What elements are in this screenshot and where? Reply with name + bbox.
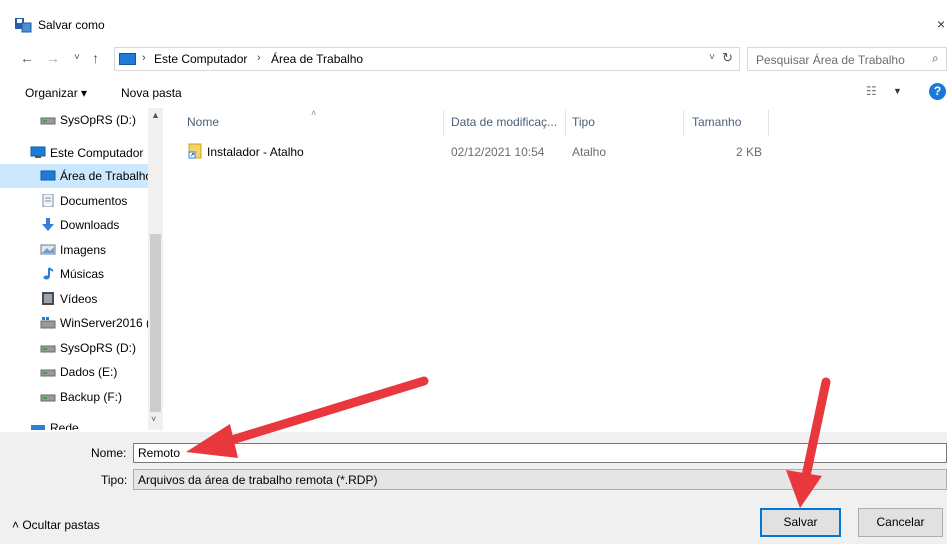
cancel-button[interactable]: Cancelar: [858, 508, 943, 537]
drive-icon: [40, 369, 56, 377]
computer-icon: [119, 53, 136, 65]
nav-item-documentos[interactable]: Documentos: [0, 189, 148, 213]
organize-button[interactable]: Organizar ▾: [25, 86, 87, 100]
nav-item-label: Dados (E:): [60, 365, 118, 379]
breadcrumb-separator[interactable]: ›: [142, 52, 146, 64]
search-input[interactable]: Pesquisar Área de Trabalho: [756, 53, 905, 67]
recent-locations-icon[interactable]: ˅: [74, 52, 80, 63]
nav-item-rede[interactable]: Rede: [0, 416, 148, 430]
file-name-input[interactable]: [133, 443, 947, 463]
sort-ascending-icon: ˄: [311, 108, 317, 118]
back-icon[interactable]: ←: [20, 50, 34, 66]
hide-folders-toggle[interactable]: ˄ Ocultar pastas: [12, 518, 100, 532]
column-header-data[interactable]: Data de modificaç...: [451, 115, 557, 129]
name-label: Nome:: [91, 446, 127, 460]
scrollbar-thumb[interactable]: [150, 234, 161, 412]
nav-item-label: Backup (F:): [60, 390, 123, 404]
forward-icon[interactable]: →: [46, 50, 60, 66]
nav-item-label: Documentos: [60, 194, 128, 208]
network-icon: [31, 425, 45, 430]
drive-icon: [40, 345, 56, 353]
file-name-cell[interactable]: Instalador - Atalho: [207, 145, 304, 159]
documents-icon: [42, 194, 54, 207]
search-box[interactable]: Pesquisar Área de Trabalho ⌕: [747, 47, 947, 71]
nav-item-label: Músicas: [60, 267, 105, 281]
nav-item-label: SysOpRS (D:): [60, 113, 137, 127]
search-icon[interactable]: ⌕: [932, 51, 939, 66]
nav-item-label: Este Computador: [50, 146, 144, 160]
downloads-icon: [42, 218, 54, 231]
file-type-value: Arquivos da área de trabalho remota (*.R…: [138, 473, 378, 487]
column-divider[interactable]: [443, 110, 444, 136]
file-date-cell: 02/12/2021 10:54: [451, 145, 545, 159]
computer-icon: [30, 146, 46, 158]
file-list-header: ˄ Nome Data de modificaç... Tipo Tamanho: [163, 108, 947, 138]
nav-item-label: Vídeos: [60, 292, 98, 306]
file-type-cell: Atalho: [572, 145, 607, 159]
pictures-icon: [40, 244, 56, 255]
nav-item-sysoprs-d[interactable]: SysOpRS (D:): [0, 336, 148, 360]
column-header-tamanho[interactable]: Tamanho: [692, 115, 741, 129]
shortcut-file-icon: [188, 143, 202, 159]
type-label: Tipo:: [101, 473, 128, 487]
nav-item-este-computador[interactable]: Este Computador: [0, 141, 148, 165]
address-row: ← → ˅ ↑ › Este Computador › Área de Trab…: [0, 46, 947, 74]
address-bar[interactable]: › Este Computador › Área de Trabalho ˅ ↻: [114, 47, 740, 71]
help-icon[interactable]: ?: [929, 83, 946, 100]
navigation-scrollbar[interactable]: ▲ ˅: [148, 108, 163, 430]
desktop-icon: [40, 170, 56, 181]
nav-item-label: Área de Trabalho: [60, 169, 153, 183]
save-form: Nome: Tipo: Arquivos da área de trabalho…: [0, 432, 947, 544]
file-size-cell: 2 KB: [736, 145, 763, 159]
column-header-nome[interactable]: Nome: [187, 115, 219, 129]
address-dropdown-icon[interactable]: ˅: [709, 52, 715, 63]
close-icon[interactable]: ×: [937, 16, 945, 32]
file-type-select[interactable]: Arquivos da área de trabalho remota (*.R…: [133, 469, 947, 490]
nav-item-musicas[interactable]: Músicas: [0, 262, 148, 286]
command-bar: Organizar ▾ Nova pasta ☷ ▼ ?: [0, 80, 947, 106]
music-icon: [43, 267, 54, 280]
nav-item-winserver2016[interactable]: WinServer2016 (C:): [0, 311, 163, 335]
nav-item-label: Rede: [50, 421, 79, 430]
videos-icon: [42, 292, 54, 305]
nav-item-area-de-trabalho[interactable]: Área de Trabalho: [0, 164, 152, 188]
column-divider[interactable]: [768, 110, 769, 136]
breadcrumb-este-computador[interactable]: Este Computador: [154, 52, 247, 66]
nav-item-downloads[interactable]: Downloads: [0, 213, 148, 237]
drive-icon: [40, 394, 56, 402]
nav-item-dados-e[interactable]: Dados (E:): [0, 360, 148, 384]
refresh-icon[interactable]: ↻: [722, 50, 733, 66]
nav-item-videos[interactable]: Vídeos: [0, 287, 148, 311]
view-options-dropdown-icon[interactable]: ▼: [893, 86, 902, 96]
table-row[interactable]: Instalador - Atalho 02/12/2021 10:54 Ata…: [163, 140, 947, 164]
nav-item-sysoprs-top[interactable]: SysOpRS (D:): [0, 108, 148, 132]
save-dialog-icon: [15, 18, 32, 33]
column-header-tipo[interactable]: Tipo: [572, 115, 595, 129]
scroll-up-icon[interactable]: ▲: [151, 110, 160, 120]
drive-icon: [40, 117, 56, 125]
breadcrumb-area-de-trabalho[interactable]: Área de Trabalho: [271, 52, 363, 66]
nav-item-label: Downloads: [60, 218, 120, 232]
breadcrumb-separator[interactable]: ›: [257, 52, 261, 64]
window-title: Salvar como: [38, 18, 105, 32]
nav-item-imagens[interactable]: Imagens: [0, 238, 148, 262]
new-folder-button[interactable]: Nova pasta: [121, 86, 182, 100]
save-button[interactable]: Salvar: [760, 508, 841, 537]
nav-item-label: SysOpRS (D:): [60, 341, 137, 355]
system-drive-icon: [40, 317, 56, 329]
view-options-icon[interactable]: ☷: [866, 84, 877, 98]
column-divider[interactable]: [565, 110, 566, 136]
up-folder-icon[interactable]: ↑: [92, 50, 99, 66]
nav-item-backup-f[interactable]: Backup (F:): [0, 385, 148, 409]
column-divider[interactable]: [683, 110, 684, 136]
navigation-pane: SysOpRS (D:) Este Computador Área de Tra…: [0, 108, 163, 430]
nav-item-label: Imagens: [60, 243, 107, 257]
scroll-down-icon[interactable]: ˅: [151, 414, 156, 424]
title-bar: Salvar como ×: [0, 0, 947, 42]
